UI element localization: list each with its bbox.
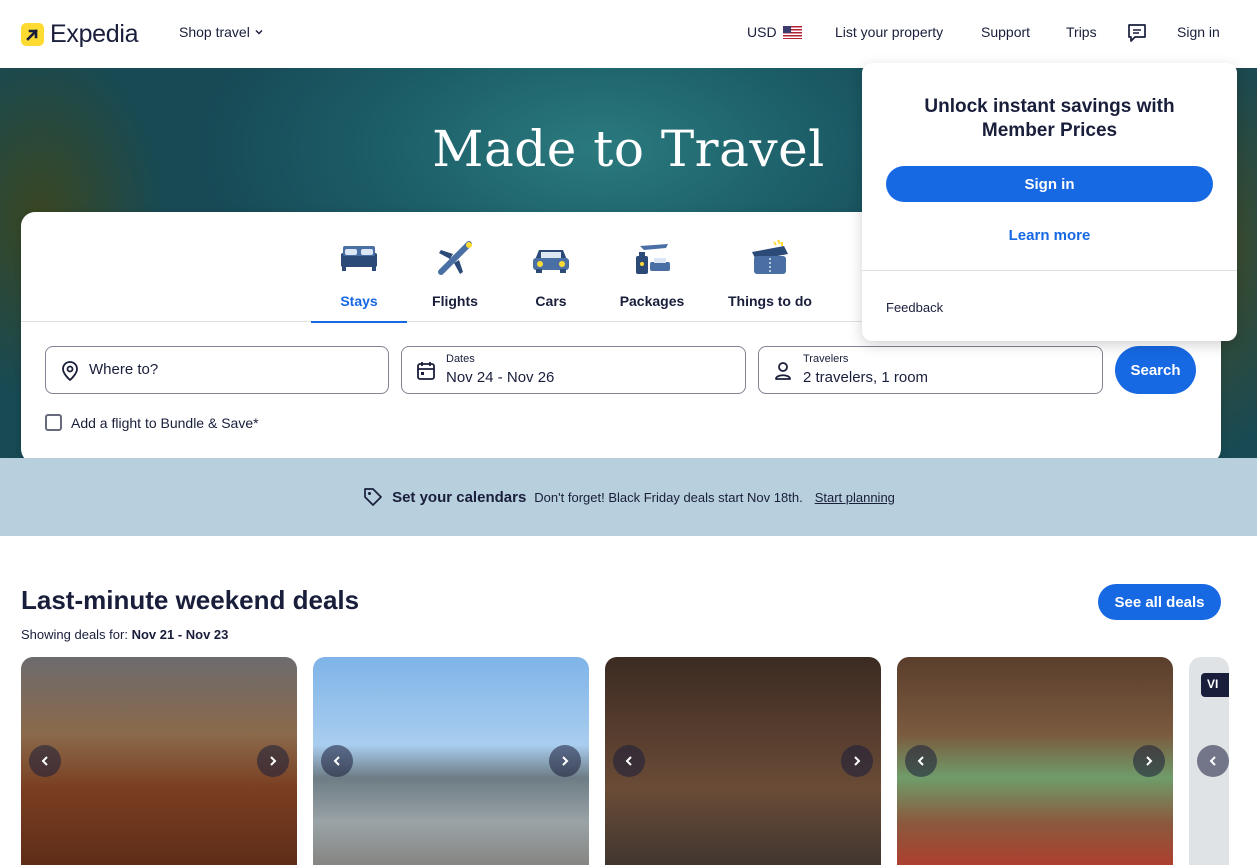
header-sign-in-link[interactable]: Sign in <box>1177 24 1220 40</box>
person-icon <box>775 362 791 380</box>
tab-flights[interactable]: Flights <box>407 212 503 322</box>
car-icon <box>533 250 569 273</box>
deals-dates: Nov 21 - Nov 23 <box>131 627 229 642</box>
deal-card[interactable] <box>897 657 1173 865</box>
trips-link[interactable]: Trips <box>1066 24 1097 40</box>
tab-packages-label: Packages <box>619 293 685 309</box>
bed-icon <box>341 246 377 271</box>
chevron-right-icon[interactable] <box>549 745 581 777</box>
deal-card[interactable] <box>313 657 589 865</box>
popup-divider <box>862 270 1237 271</box>
search-button[interactable]: Search <box>1115 346 1196 394</box>
banner-text: Don't forget! Black Friday deals start N… <box>534 489 803 505</box>
list-property-link[interactable]: List your property <box>835 24 943 40</box>
tab-flights-label: Flights <box>432 293 478 309</box>
logo-arrow-icon <box>21 23 44 46</box>
tab-packages[interactable]: Packages <box>599 212 705 322</box>
deals-date-range: Showing deals for: Nov 21 - Nov 23 <box>21 627 228 642</box>
tab-stays[interactable]: Stays <box>311 212 407 323</box>
popup-title: Unlock instant savings with Member Price… <box>924 96 1175 141</box>
popup-sign-in-button[interactable]: Sign in <box>886 166 1213 202</box>
chevron-left-icon[interactable] <box>29 745 61 777</box>
tab-things-to-do-label: Things to do <box>728 293 812 309</box>
tab-things-to-do[interactable]: Things to do <box>721 212 819 322</box>
us-flag-icon <box>782 26 802 39</box>
chevron-right-icon[interactable] <box>257 745 289 777</box>
location-pin-icon <box>62 361 78 382</box>
ticket-icon <box>752 239 788 274</box>
deal-card[interactable] <box>21 657 297 865</box>
promo-banner: Set your calendars Don't forget! Black F… <box>0 458 1257 536</box>
shop-travel-menu[interactable]: Shop travel <box>179 24 264 40</box>
expedia-logo[interactable]: Expedia <box>21 20 139 49</box>
airplane-icon <box>438 241 472 275</box>
dates-value: Nov 24 - Nov 26 <box>446 369 555 386</box>
chevron-left-icon[interactable] <box>905 745 937 777</box>
deal-tag: VI <box>1201 673 1229 697</box>
destination-input[interactable]: Where to? <box>45 346 389 394</box>
tag-icon <box>364 488 382 506</box>
banner-title: Set your calendars <box>392 488 527 506</box>
chevron-left-icon[interactable] <box>1197 745 1229 777</box>
chevron-right-icon[interactable] <box>841 745 873 777</box>
deal-card-partial[interactable]: VI <box>1189 657 1229 865</box>
tab-cars[interactable]: Cars <box>503 212 599 322</box>
start-planning-link[interactable]: Start planning <box>815 490 895 505</box>
bundle-flight-option[interactable]: Add a flight to Bundle & Save* <box>45 414 259 431</box>
support-link[interactable]: Support <box>981 24 1030 40</box>
header: Expedia Shop travel USD List your proper… <box>0 0 1257 68</box>
dates-label: Dates <box>446 353 475 365</box>
deal-card[interactable] <box>605 657 881 865</box>
bundle-label: Add a flight to Bundle & Save* <box>71 414 259 431</box>
travelers-label: Travelers <box>803 353 849 365</box>
tab-cars-label: Cars <box>535 293 567 309</box>
feedback-link[interactable]: Feedback <box>886 300 943 315</box>
currency-label: USD <box>747 24 777 40</box>
calendar-icon <box>417 362 435 380</box>
tab-stays-label: Stays <box>340 293 378 309</box>
chevron-down-icon <box>255 30 263 35</box>
travelers-value: 2 travelers, 1 room <box>803 369 929 386</box>
deals-title: Last-minute weekend deals <box>21 585 360 615</box>
destination-placeholder: Where to? <box>89 361 159 378</box>
dates-field[interactable]: Dates Nov 24 - Nov 26 <box>401 346 746 394</box>
travelers-field[interactable]: Travelers 2 travelers, 1 room <box>758 346 1103 394</box>
chevron-right-icon[interactable] <box>1133 745 1165 777</box>
brand-name: Expedia <box>50 20 139 48</box>
shop-travel-label: Shop travel <box>179 24 250 40</box>
package-icon <box>636 244 670 274</box>
learn-more-link[interactable]: Learn more <box>862 227 1237 244</box>
deals-showing-label: Showing deals for: <box>21 627 128 642</box>
chevron-left-icon[interactable] <box>321 745 353 777</box>
currency-selector[interactable]: USD <box>747 24 802 40</box>
see-all-deals-button[interactable]: See all deals <box>1098 584 1221 620</box>
chevron-left-icon[interactable] <box>613 745 645 777</box>
bundle-checkbox[interactable] <box>45 414 62 431</box>
member-prices-popup: Unlock instant savings with Member Price… <box>862 63 1237 341</box>
message-icon[interactable] <box>1126 22 1148 47</box>
